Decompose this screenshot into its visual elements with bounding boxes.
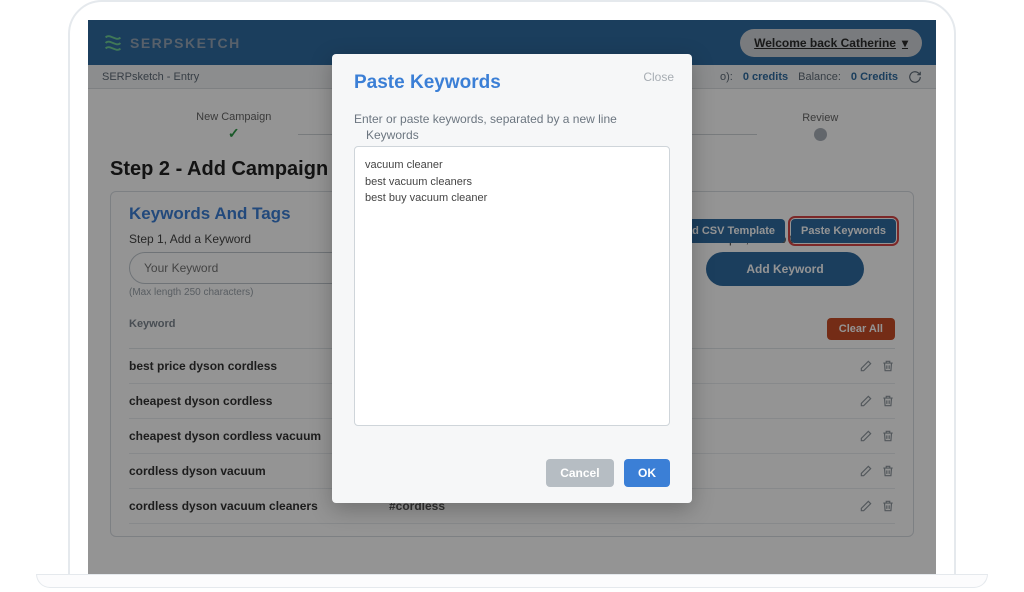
- modal-close-link[interactable]: Close: [643, 70, 674, 84]
- modal-field-label: Keywords: [366, 128, 670, 142]
- laptop-base: [36, 574, 988, 588]
- keywords-textarea[interactable]: [354, 146, 670, 426]
- modal-ok-button[interactable]: OK: [624, 459, 670, 487]
- paste-keywords-modal: Close Paste Keywords Enter or paste keyw…: [332, 54, 692, 503]
- screen: SERPSKETCH Welcome back Catherine ▾ SERP…: [88, 20, 936, 578]
- laptop-frame: SERPSKETCH Welcome back Catherine ▾ SERP…: [68, 0, 956, 580]
- modal-title: Paste Keywords: [354, 72, 670, 94]
- modal-cancel-button[interactable]: Cancel: [546, 459, 613, 487]
- modal-instruction: Enter or paste keywords, separated by a …: [354, 112, 670, 126]
